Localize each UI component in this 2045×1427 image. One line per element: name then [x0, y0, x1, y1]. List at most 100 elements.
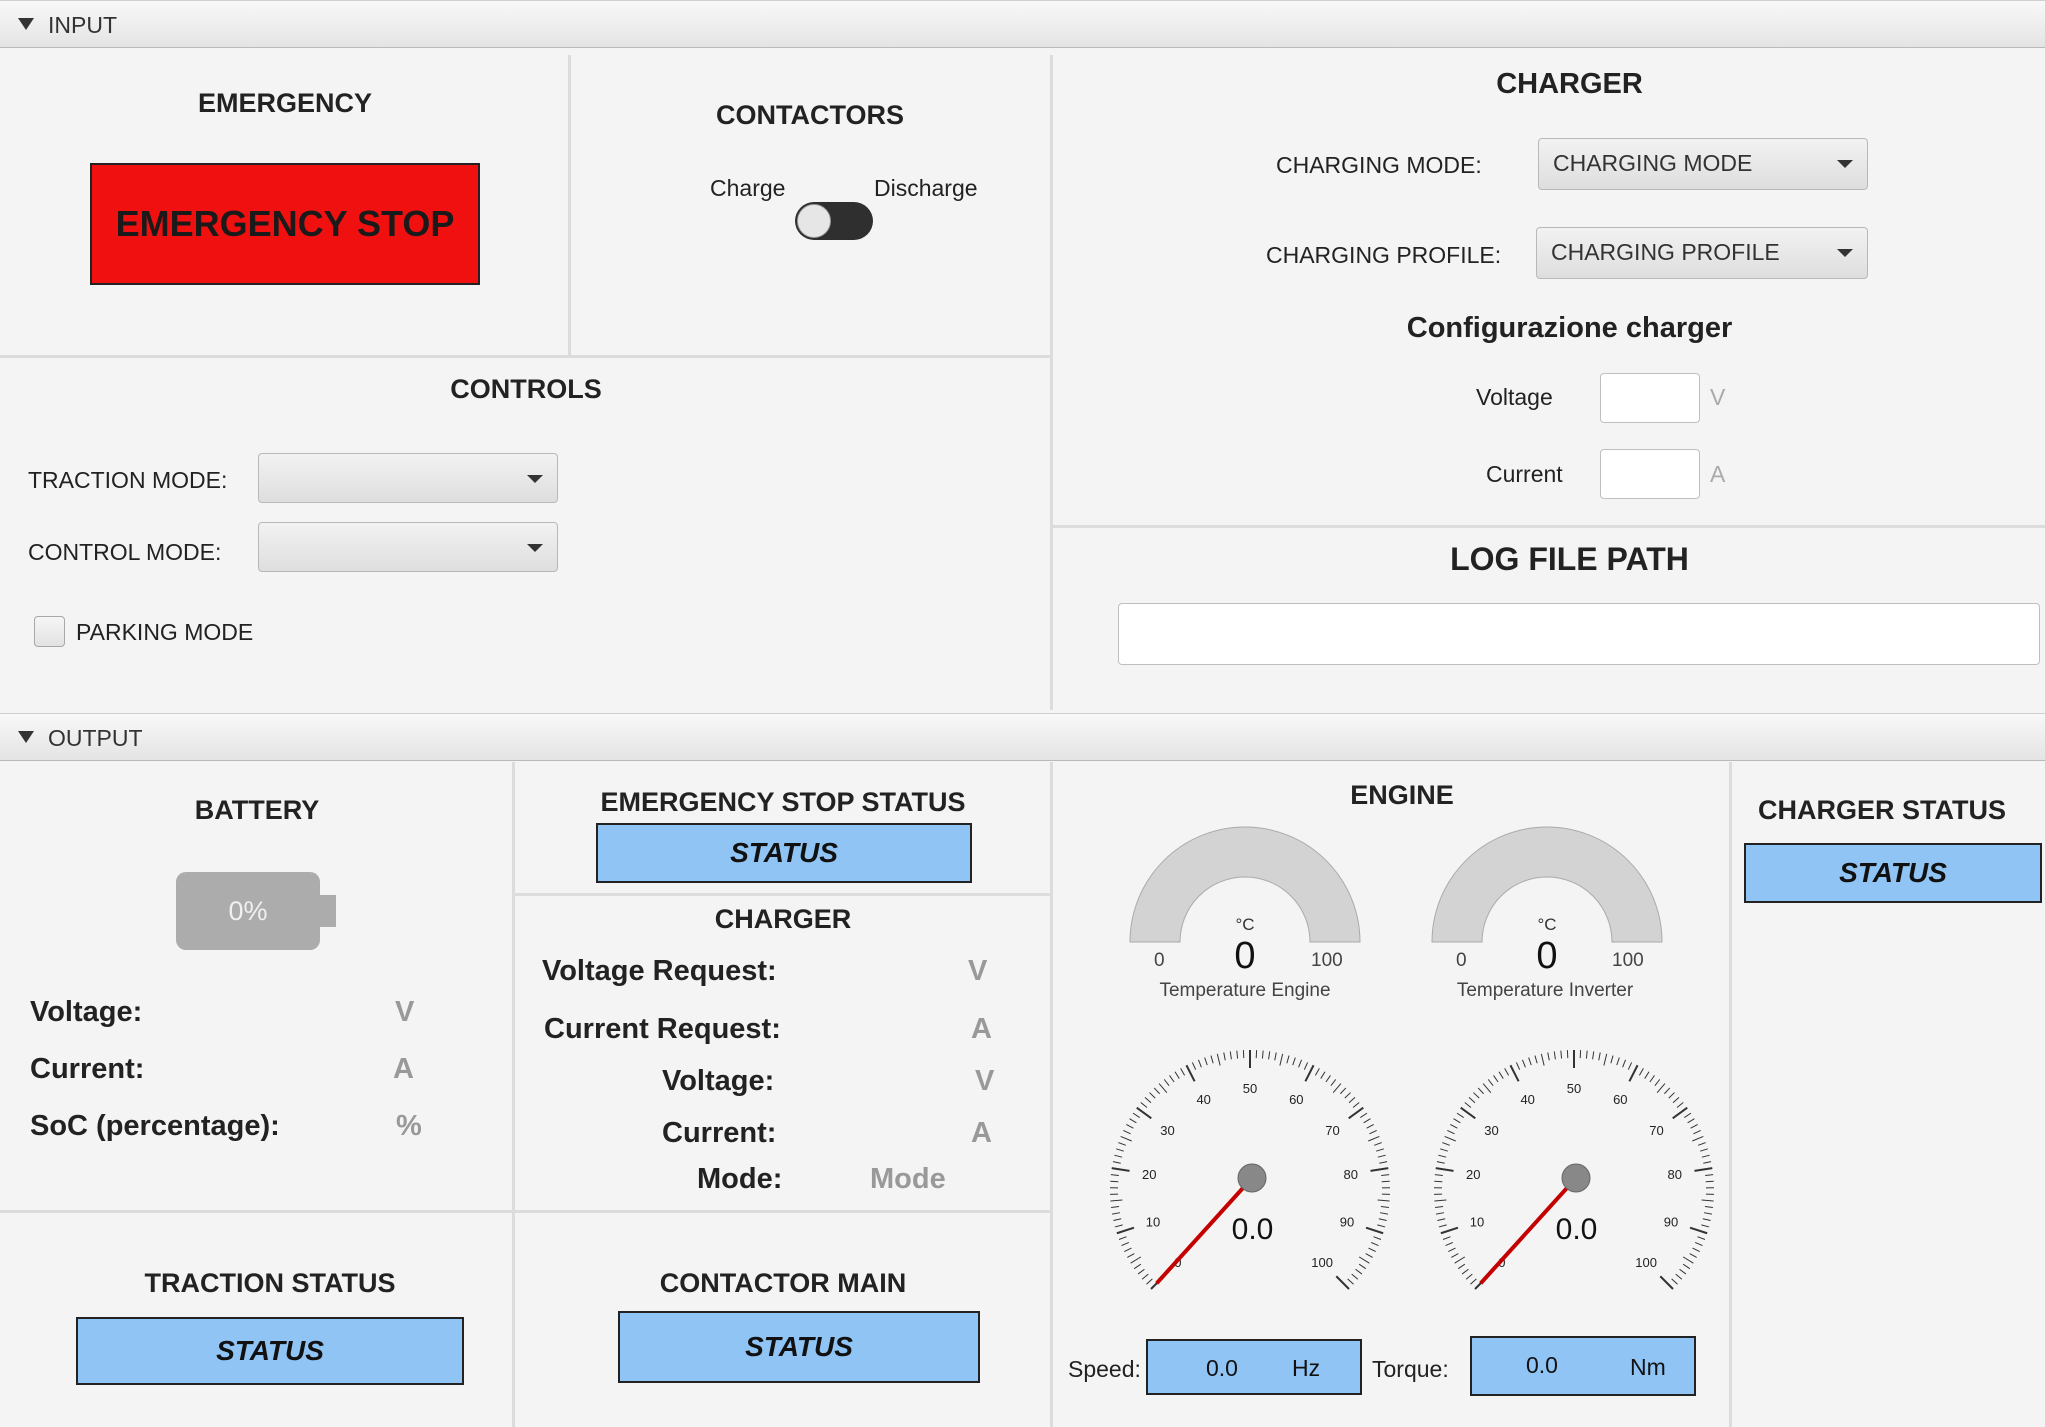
torque-gauge-tick [1444, 1135, 1456, 1142]
charger-current-output-label: Current: [662, 1117, 777, 1149]
log-file-path-input[interactable] [1118, 603, 2040, 665]
speed-gauge-tick-label: 60 [1289, 1092, 1303, 1107]
speed-gauge-tick [1279, 1053, 1284, 1066]
control-mode-select[interactable] [258, 522, 558, 572]
speed-label: Speed: [1068, 1356, 1141, 1382]
controls-title: CONTROLS [450, 374, 602, 404]
speed-gauge-tick [1197, 1059, 1202, 1068]
torque-gauge-tick [1694, 1167, 1713, 1172]
torque-gauge-tick [1701, 1224, 1710, 1228]
charging-mode-value: CHARGING MODE [1553, 150, 1753, 176]
speed-gauge-tick-label: 20 [1142, 1167, 1156, 1182]
charger-current-input[interactable] [1600, 449, 1700, 499]
speed-gauge-tick [1330, 1079, 1337, 1087]
torque-gauge-tick [1487, 1079, 1494, 1087]
current-request-unit: A [971, 1013, 992, 1045]
torque-gauge-tick [1504, 1068, 1510, 1076]
speed-gauge-tick [1376, 1148, 1384, 1152]
speed-gauge-tick [1377, 1154, 1386, 1158]
torque-gauge-tick [1698, 1142, 1706, 1146]
speed-gauge-tick [1381, 1180, 1390, 1183]
divider [0, 1210, 1052, 1213]
input-section-header[interactable]: INPUT [0, 0, 2045, 48]
emergency-stop-button[interactable]: EMERGENCY STOP [90, 163, 480, 285]
speed-gauge-tick [1111, 1206, 1120, 1209]
chevron-down-icon [1837, 249, 1853, 257]
speed-gauge-tick [1304, 1064, 1315, 1082]
torque-label: Torque: [1372, 1356, 1449, 1382]
torque-gauge-tick [1697, 1236, 1706, 1240]
divider [514, 893, 1052, 896]
speed-gauge-tick [1355, 1268, 1363, 1275]
speed-gauge-tick [1373, 1236, 1382, 1240]
torque-gauge-tick-label: 60 [1613, 1092, 1627, 1107]
speed-gauge-tick [1185, 1064, 1196, 1082]
torque-gauge-tick [1598, 1052, 1601, 1061]
temp-inverter-min: 0 [1456, 950, 1467, 971]
collapse-arrow-icon[interactable] [18, 18, 34, 30]
output-section-label: OUTPUT [48, 725, 143, 751]
torque-gauge-tick [1442, 1236, 1451, 1240]
torque-gauge-tick [1453, 1118, 1461, 1124]
charger-title: CHARGER [1496, 68, 1643, 100]
torque-gauge-tick [1701, 1154, 1710, 1158]
torque-gauge-tick [1440, 1148, 1448, 1152]
charger-voltage-unit: V [1710, 384, 1726, 410]
traction-mode-select[interactable] [258, 453, 558, 503]
torque-gauge-tick [1687, 1118, 1695, 1124]
speed-gauge-tick [1344, 1092, 1351, 1099]
temp-inverter-value: 0 [1536, 935, 1558, 977]
voltage-request-unit: V [968, 955, 988, 987]
temp-engine-value: 0 [1234, 935, 1256, 977]
battery-soc-unit: % [396, 1110, 422, 1142]
speed-gauge-tick [1348, 1097, 1356, 1104]
temp-engine-unit: °C [1235, 915, 1255, 934]
battery-current-unit: A [393, 1053, 414, 1085]
speed-gauge-tick-label: 40 [1196, 1092, 1210, 1107]
speed-gauge-tick [1352, 1102, 1360, 1108]
torque-gauge-tick [1702, 1218, 1711, 1222]
torque-gauge-tick-label: 40 [1520, 1092, 1534, 1107]
torque-gauge: 0102030405060708090100 [1434, 1050, 1714, 1290]
torque-gauge-tick [1435, 1167, 1454, 1172]
torque-gauge-tick [1692, 1247, 1700, 1253]
emergency-stop-status-badge: STATUS [596, 823, 972, 883]
contactor-toggle[interactable] [795, 202, 873, 240]
speed-gauge-tick [1112, 1161, 1121, 1164]
speed-gauge-tick [1120, 1135, 1132, 1142]
charger-voltage-output-label: Voltage: [662, 1065, 775, 1097]
torque-gauge-tick [1456, 1112, 1464, 1118]
divider [0, 355, 1052, 358]
speed-gauge-tick [1130, 1256, 1142, 1264]
torque-gauge-tick [1435, 1206, 1444, 1209]
speed-gauge-tick [1114, 1224, 1123, 1228]
torque-gauge-tick [1434, 1199, 1447, 1202]
collapse-arrow-icon[interactable] [18, 731, 34, 743]
parking-mode-checkbox[interactable] [34, 616, 65, 647]
output-section-header[interactable]: OUTPUT [0, 713, 2045, 761]
battery-soc-label: SoC (percentage): [30, 1110, 280, 1142]
speed-gauge-tick-label: 10 [1146, 1215, 1160, 1230]
charging-profile-select[interactable]: CHARGING PROFILE [1536, 227, 1868, 279]
speed-gauge-tick [1378, 1218, 1387, 1222]
torque-gauge-tick [1679, 1268, 1687, 1275]
chevron-down-icon [527, 475, 543, 483]
torque-gauge-tick [1705, 1180, 1714, 1183]
charger-voltage-input[interactable] [1600, 373, 1700, 423]
charging-mode-select[interactable]: CHARGING MODE [1538, 138, 1868, 190]
torque-gauge-tick [1682, 1263, 1691, 1270]
engine-title: ENGINE [1350, 780, 1454, 810]
speed-gauge-tick [1210, 1055, 1214, 1064]
torque-gauge-tick-label: 30 [1484, 1123, 1498, 1138]
speed-value: 0.0 [1206, 1355, 1238, 1381]
torque-gauge-tick [1705, 1174, 1714, 1177]
speed-gauge-tick [1360, 1112, 1368, 1118]
speed-gauge-tick [1314, 1068, 1320, 1076]
speed-gauge-tick [1132, 1112, 1140, 1118]
speed-gauge-tick-label: 30 [1160, 1123, 1174, 1138]
torque-gauge-tick-label: 80 [1668, 1167, 1682, 1182]
battery-voltage-label: Voltage: [30, 996, 143, 1028]
speed-gauge-tick [1116, 1226, 1135, 1235]
torque-gauge-tick [1434, 1174, 1443, 1177]
charger-status-title: CHARGER STATUS [1758, 795, 2006, 825]
